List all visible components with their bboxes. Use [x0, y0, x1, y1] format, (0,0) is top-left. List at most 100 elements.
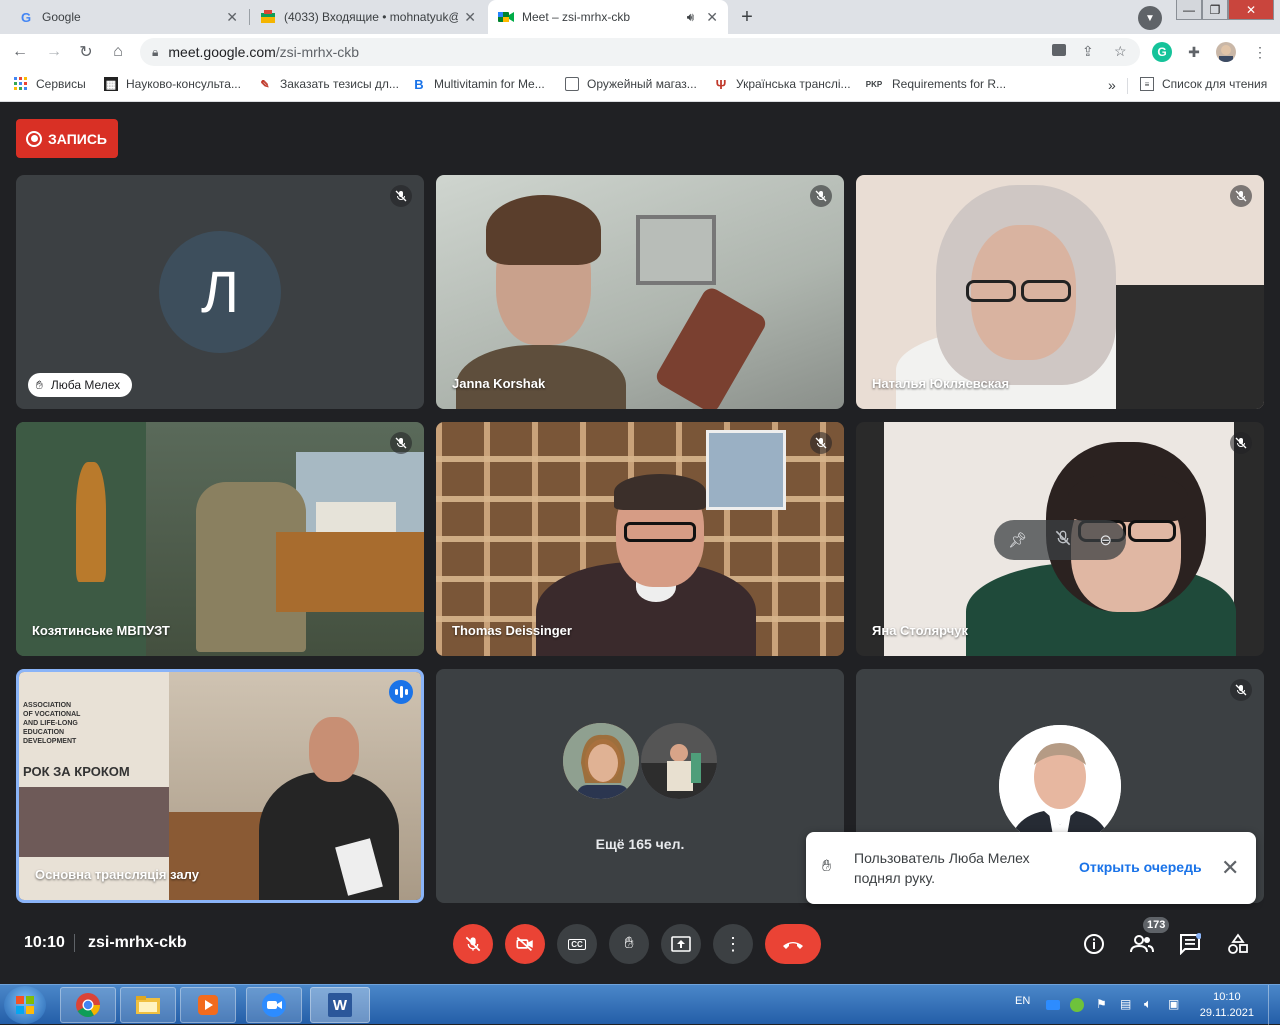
folder-icon — [136, 996, 160, 1014]
raise-hand-button[interactable]: ✋︎ — [609, 924, 649, 964]
reading-list-button[interactable]: ≡ Список для чтения — [1140, 77, 1267, 91]
muted-mic-icon — [390, 432, 412, 454]
maximize-button[interactable]: ❐ — [1202, 0, 1228, 20]
tab-meet[interactable]: Meet – zsi-mrhx-ckb 🔊︎ ✕ — [488, 0, 728, 34]
new-tab-button[interactable]: + — [734, 5, 760, 29]
participant-tile-janna[interactable]: Janna Korshak — [436, 175, 844, 409]
participant-tile-hall[interactable]: ASSOCIATION OF VOCATIONAL AND LIFE-LONG … — [16, 669, 424, 903]
mail-icon — [260, 9, 276, 25]
muted-mic-icon — [1230, 185, 1252, 207]
forward-arrow-icon[interactable]: → — [42, 40, 66, 64]
participant-name: Thomas Deissinger — [452, 623, 572, 638]
participant-name: Люба Мелех — [50, 378, 121, 392]
close-window-button[interactable]: ✕ — [1228, 0, 1274, 20]
more-vert-icon: ⋮ — [724, 933, 742, 954]
banner-line: OF VOCATIONAL — [23, 711, 81, 718]
bookmark-label: Науково-консульта... — [126, 77, 241, 91]
translit-icon: Ψ — [715, 76, 727, 92]
bookmark-item[interactable]: ▦ Науково-консульта... — [104, 77, 241, 91]
raised-hand-icon: ✋︎ — [36, 377, 43, 392]
bookmark-item[interactable]: B Multivitamin for Me... — [412, 77, 544, 92]
participant-tile-thomas[interactable]: Thomas Deissinger — [436, 422, 844, 656]
close-icon[interactable]: ✕ — [706, 9, 718, 26]
kebab-menu-icon[interactable]: ⋮ — [1250, 42, 1270, 62]
lock-icon: 🔒︎ — [152, 44, 159, 59]
address-bar[interactable]: 🔒︎ meet.google.com/zsi-mrhx-ckb — [140, 38, 1140, 66]
present-screen-button[interactable] — [661, 924, 701, 964]
grammarly-icon[interactable]: G — [1152, 42, 1172, 62]
leave-call-button[interactable] — [765, 924, 821, 964]
bookmark-star-icon[interactable]: ☆ — [1114, 43, 1127, 60]
pin-icon[interactable]: 📌︎ — [1008, 531, 1027, 549]
tab-search-icon[interactable]: ▼ — [1138, 6, 1162, 30]
captions-button[interactable]: CC — [557, 924, 597, 964]
network-icon[interactable]: ▤ — [1120, 997, 1131, 1011]
close-icon[interactable]: ✕ — [464, 9, 476, 26]
taskbar-word[interactable]: W — [310, 987, 370, 1023]
extensions-puzzle-icon[interactable]: ✚ — [1184, 42, 1204, 62]
recording-badge[interactable]: ЗАПИСЬ — [16, 119, 118, 158]
camera-toggle-button[interactable] — [505, 924, 545, 964]
raised-hand-icon: ✋︎ — [822, 858, 832, 875]
more-options-button[interactable]: ⋮ — [713, 924, 753, 964]
tray-warning-icon[interactable]: ⚑ — [1096, 997, 1107, 1011]
action-center-icon[interactable]: ▣ — [1168, 997, 1179, 1011]
tray-app-icon[interactable] — [1070, 998, 1084, 1012]
profile-avatar[interactable] — [1216, 42, 1236, 62]
avatar — [999, 725, 1121, 847]
banner-line: DEVELOPMENT — [23, 738, 77, 745]
activities-icon[interactable] — [1225, 931, 1251, 957]
start-button[interactable] — [4, 986, 46, 1024]
open-queue-button[interactable]: Открыть очередь — [1079, 859, 1202, 875]
apps-grid-icon — [14, 77, 28, 91]
microphone-toggle-button[interactable] — [453, 924, 493, 964]
remove-participant-icon[interactable]: ⊖ — [1099, 531, 1112, 549]
shop-icon — [565, 77, 579, 91]
reload-icon[interactable]: ↻ — [74, 40, 98, 64]
bookmark-apps[interactable]: Сервисы — [14, 77, 86, 91]
minimize-button[interactable]: — — [1176, 0, 1202, 20]
tab-strip: G Google ✕ (4033) Входящие • mohnatyuk@ … — [0, 0, 1280, 34]
meeting-info-icon[interactable] — [1081, 931, 1107, 957]
close-icon[interactable]: ✕ — [226, 9, 238, 26]
system-clock[interactable]: 10:10 29.11.2021 — [1200, 989, 1254, 1021]
bookmarks-bar: Сервисы ▦ Науково-консульта... ✎ Заказат… — [0, 70, 1280, 102]
url-host: meet.google.com — [168, 44, 276, 60]
background-object — [653, 284, 769, 409]
participant-tile-natalya[interactable]: Наталья Юкляевская — [856, 175, 1264, 409]
taskbar-media-player[interactable] — [180, 987, 236, 1023]
tab-mail[interactable]: (4033) Входящие • mohnatyuk@ ✕ — [250, 0, 486, 34]
home-icon[interactable]: ⌂ — [106, 40, 130, 64]
bookmarks-overflow-button[interactable]: » — [1108, 77, 1116, 93]
taskbar-zoom[interactable] — [246, 987, 302, 1023]
people-icon[interactable] — [1129, 931, 1155, 957]
bookmark-item[interactable]: Ψ Українська транслі... — [714, 76, 851, 92]
volume-icon[interactable]: 🔈︎ — [1144, 996, 1152, 1012]
camera-blocked-icon[interactable] — [1052, 44, 1066, 56]
show-desktop-button[interactable] — [1268, 985, 1280, 1025]
bookmark-item[interactable]: ✎ Заказать тезисы дл... — [258, 77, 399, 91]
taskbar-explorer[interactable] — [120, 987, 176, 1023]
audio-playing-icon[interactable]: 🔊︎ — [687, 10, 695, 25]
muted-mic-icon — [1230, 432, 1252, 454]
language-indicator[interactable]: EN — [1015, 995, 1030, 1007]
pkp-icon: PKP — [865, 79, 883, 89]
close-icon[interactable]: ✕ — [1221, 855, 1239, 881]
bookmark-item[interactable]: Оружейный магаз... — [565, 77, 697, 91]
participant-name: Основна трансляція залу — [35, 867, 199, 882]
mute-participant-icon[interactable] — [1055, 530, 1071, 550]
camera-off-icon — [516, 936, 533, 952]
chat-icon[interactable] — [1177, 931, 1203, 957]
meeting-code: zsi-mrhx-ckb — [88, 934, 187, 951]
participant-tile-koziatyn[interactable]: Козятинське МВПУЗТ — [16, 422, 424, 656]
share-icon[interactable]: ⇪ — [1082, 43, 1094, 60]
tab-google[interactable]: G Google ✕ — [8, 0, 248, 34]
participant-tile-lyuba[interactable]: Л ✋︎ Люба Мелех — [16, 175, 424, 409]
bookmark-item[interactable]: PKP Requirements for R... — [864, 77, 1006, 91]
back-arrow-icon[interactable]: ← — [8, 40, 32, 64]
banner-line: ASSOCIATION — [23, 702, 72, 709]
zoom-tray-icon[interactable] — [1046, 1000, 1060, 1010]
windows-logo-icon — [16, 996, 34, 1014]
more-participants-tile[interactable] — [436, 669, 844, 903]
taskbar-chrome[interactable] — [60, 987, 116, 1023]
